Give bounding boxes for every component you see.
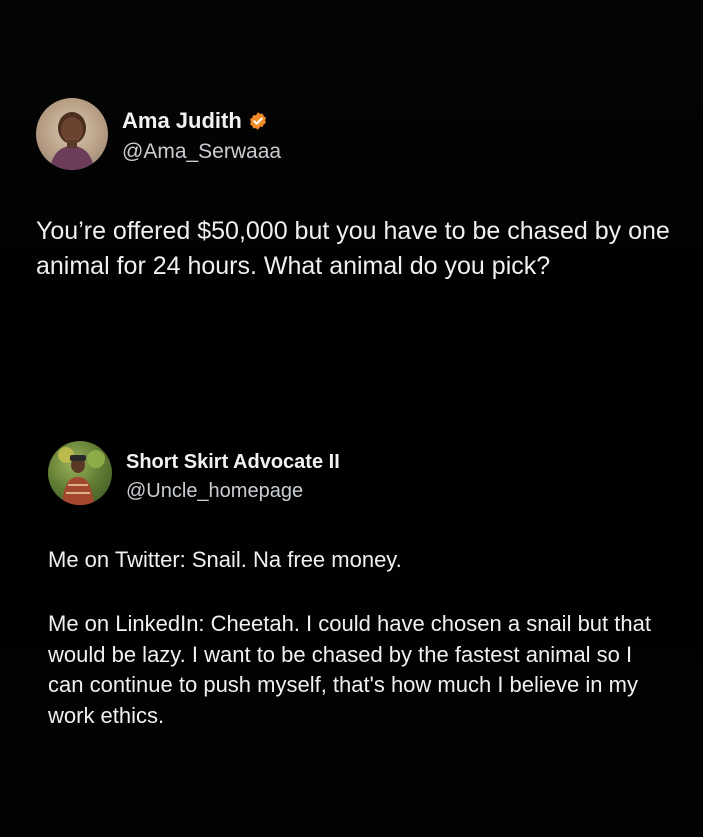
display-name-text[interactable]: Short Skirt Advocate II — [126, 451, 340, 474]
author-handle[interactable]: @Ama_Serwaaa — [122, 140, 281, 164]
author-handle[interactable]: @Uncle_homepage — [126, 480, 340, 503]
tweet-text: Me on Twitter: Snail. Na free money. Me … — [48, 545, 658, 732]
tweet-paragraph: Me on LinkedIn: Cheetah. I could have ch… — [48, 610, 651, 729]
verified-badge-icon — [249, 112, 266, 130]
display-name-text[interactable]: Ama Judith — [122, 108, 242, 134]
tweet-author-row: Short Skirt Advocate II @Uncle_homepage — [48, 441, 668, 505]
author-display-name[interactable]: Short Skirt Advocate II — [126, 451, 340, 474]
profile-photo-icon — [50, 112, 94, 170]
tweet-paragraph: Me on Twitter: Snail. Na free money. — [48, 547, 402, 572]
avatar[interactable] — [36, 98, 108, 170]
avatar[interactable] — [48, 441, 112, 505]
author-names: Short Skirt Advocate II @Uncle_homepage — [126, 451, 340, 503]
screenshot-frame: Ama Judith @Ama_Serwaaa You’re offered $… — [0, 0, 703, 837]
tweet-author-row: Ama Judith @Ama_Serwaaa — [36, 98, 676, 170]
profile-photo-icon — [58, 447, 105, 505]
tweet-text: You’re offered $50,000 but you have to b… — [36, 217, 670, 280]
tweet-original[interactable]: Ama Judith @Ama_Serwaaa You’re offered $… — [36, 98, 676, 284]
tweet-reply[interactable]: Short Skirt Advocate II @Uncle_homepage … — [48, 441, 668, 732]
author-display-name[interactable]: Ama Judith — [122, 108, 281, 134]
author-names: Ama Judith @Ama_Serwaaa — [122, 108, 281, 164]
